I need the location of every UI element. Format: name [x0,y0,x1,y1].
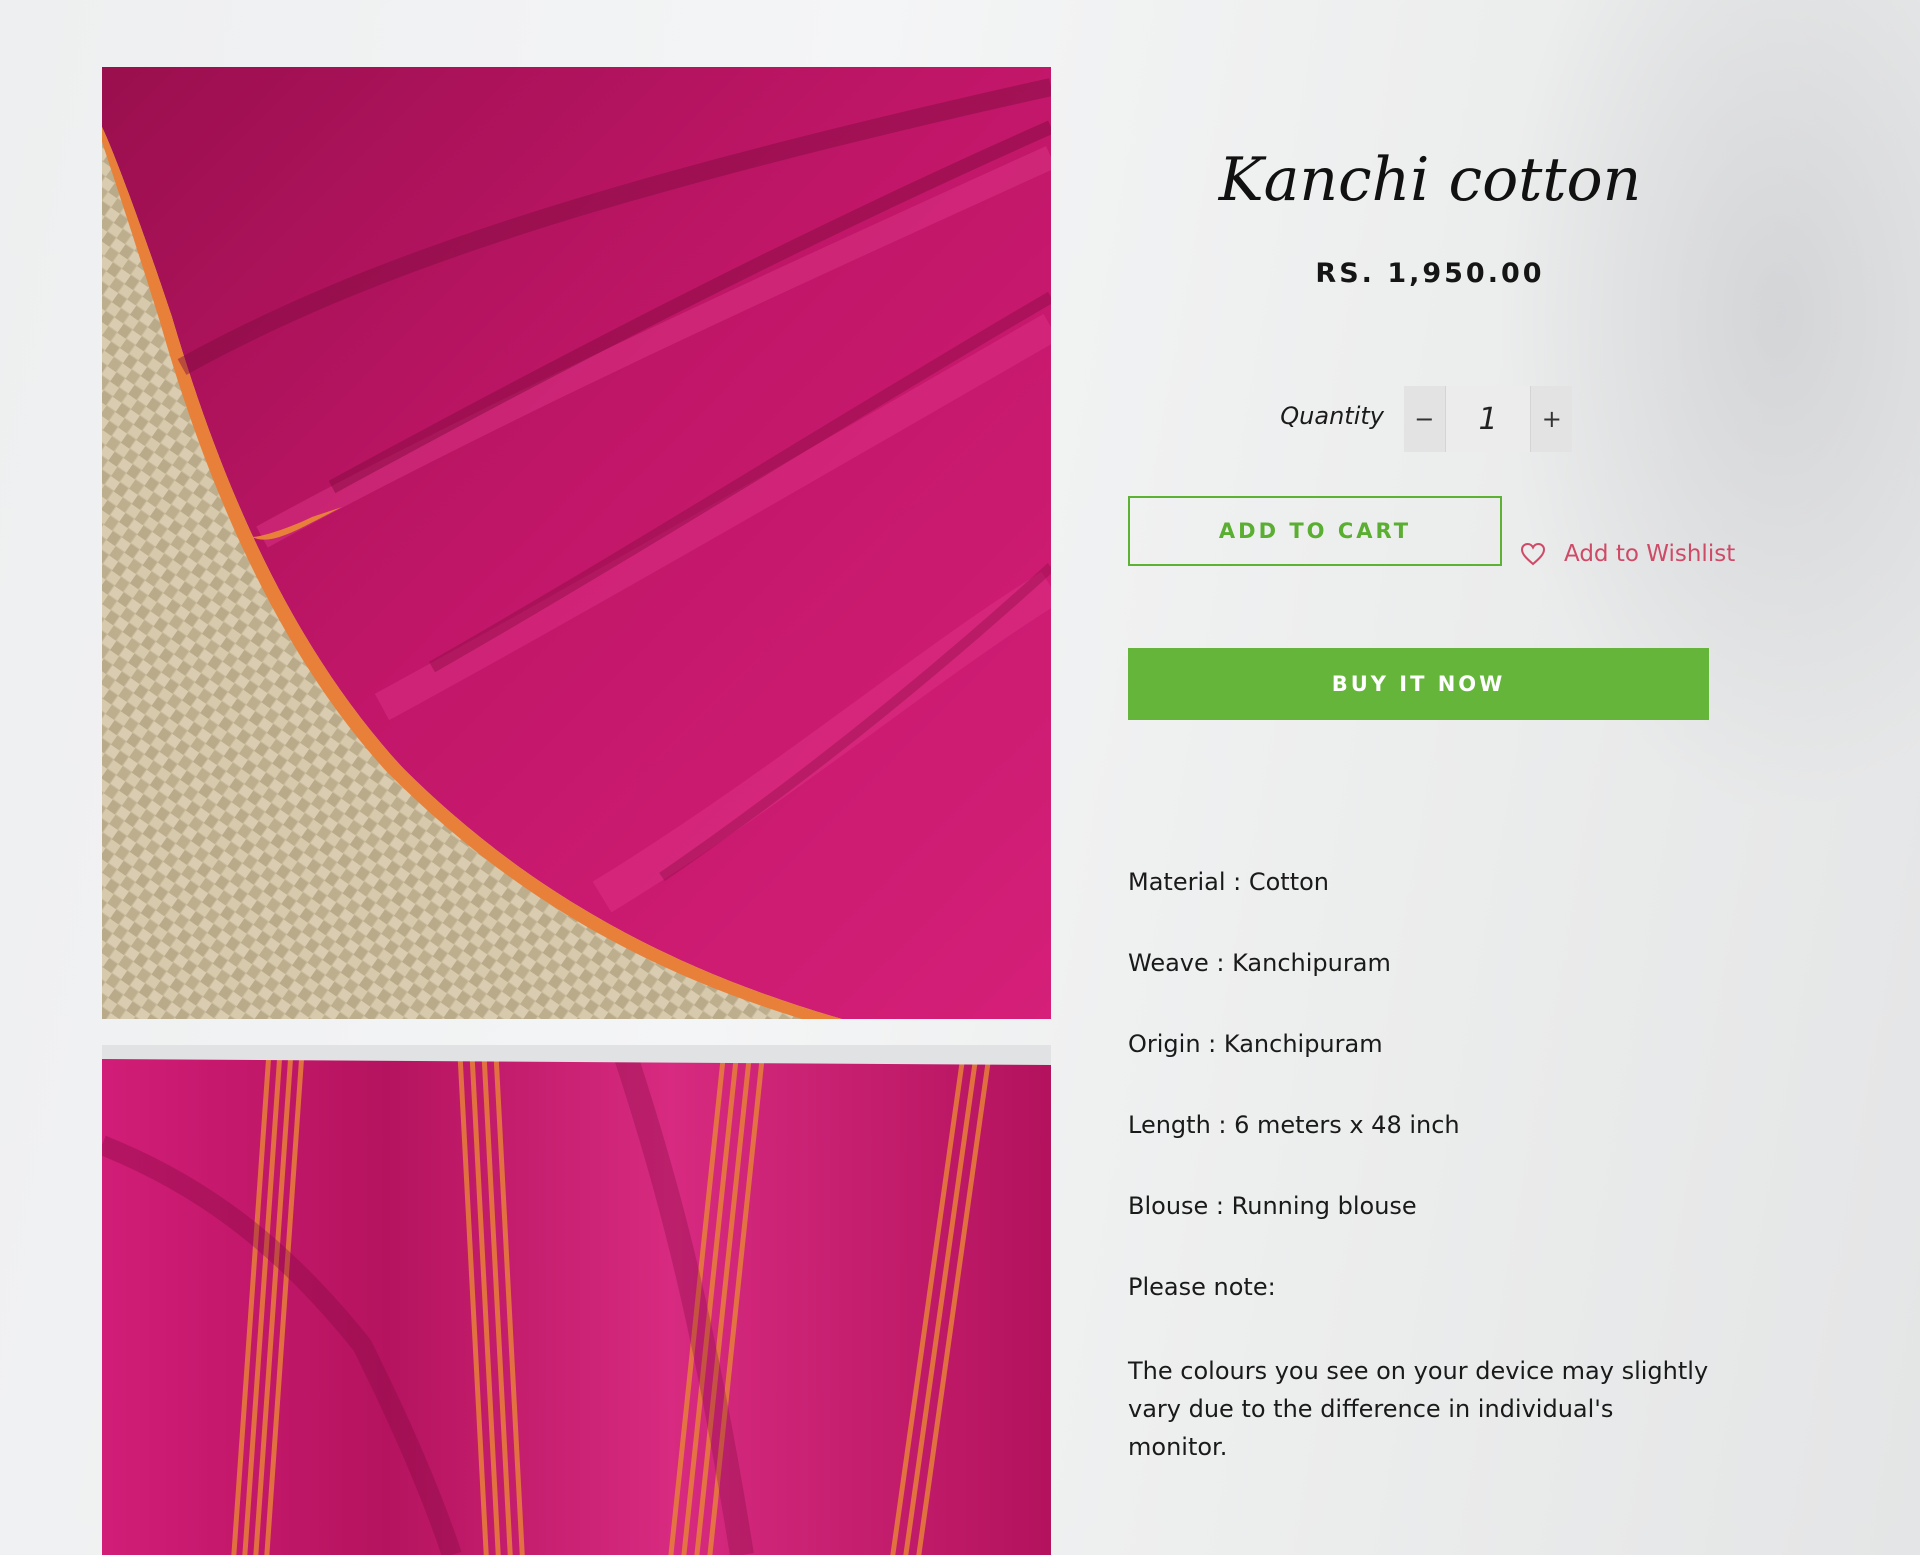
detail-length: Length : 6 meters x 48 inch [1128,1111,1460,1139]
wishlist-label: Add to Wishlist [1564,541,1736,567]
product-price: RS. 1,950.00 [1315,258,1545,289]
saree-photo-1 [102,67,1051,1019]
detail-material: Material : Cotton [1128,868,1329,896]
detail-please-note: Please note: [1128,1273,1276,1301]
quantity-label: Quantity [1280,402,1384,430]
add-to-wishlist-link[interactable]: Add to Wishlist [1520,538,1735,570]
quantity-stepper: − 1 + [1404,386,1572,452]
quantity-increment-button[interactable]: + [1531,386,1572,452]
detail-origin: Origin : Kanchipuram [1128,1030,1383,1058]
color-disclaimer: The colours you see on your device may s… [1128,1357,1709,1461]
buy-it-now-button[interactable]: BUY IT NOW [1128,648,1709,720]
product-description: Material : Cotton Weave : Kanchipuram Or… [1128,866,1748,1466]
quantity-input[interactable]: 1 [1444,386,1532,452]
heart-icon [1520,542,1546,566]
detail-weave: Weave : Kanchipuram [1128,949,1391,977]
saree-photo-2 [102,1045,1051,1555]
add-to-cart-button[interactable]: ADD TO CART [1128,496,1502,566]
detail-blouse: Blouse : Running blouse [1128,1192,1417,1220]
product-image-secondary[interactable] [102,1045,1051,1555]
product-title: Kanchi cotton [1218,145,1642,215]
product-image-main[interactable] [102,67,1051,1019]
quantity-decrement-button[interactable]: − [1404,386,1445,452]
